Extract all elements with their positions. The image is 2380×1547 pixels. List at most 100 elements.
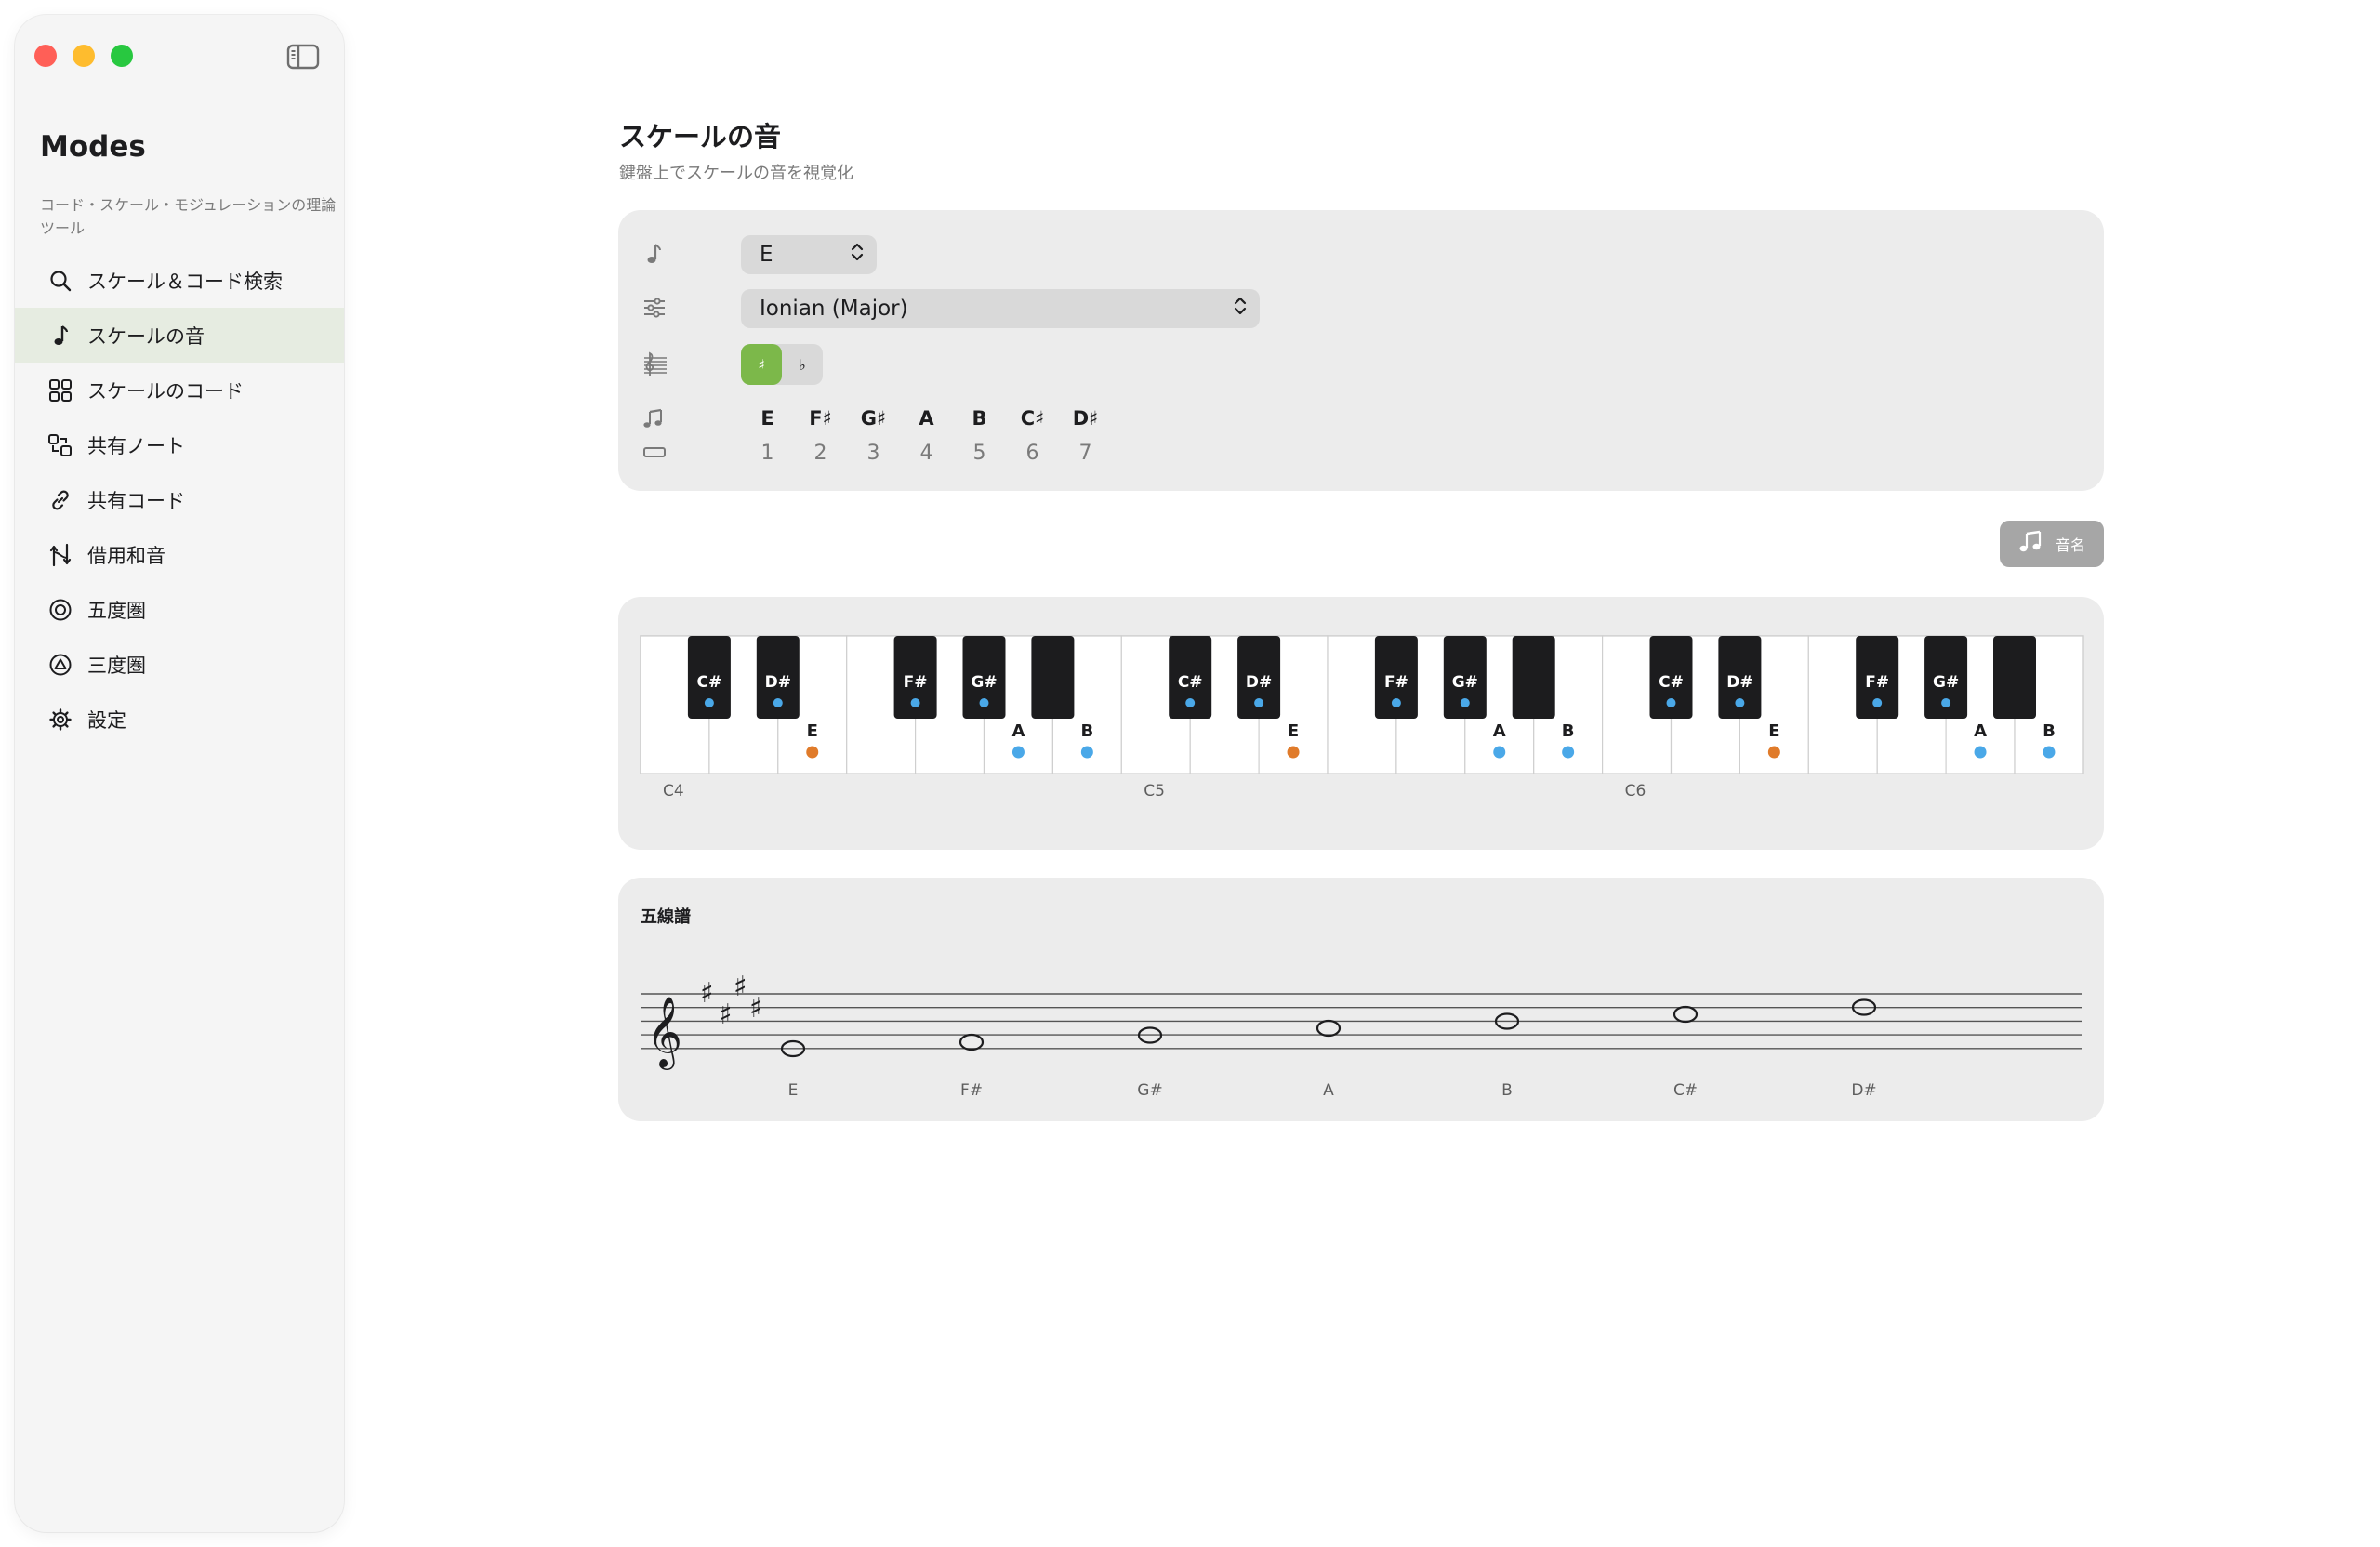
white-key-label: E	[1288, 721, 1299, 741]
scale-note-marker	[1185, 698, 1196, 707]
staff-note-label: A	[1323, 1081, 1334, 1100]
black-key-label: C#	[697, 673, 722, 692]
grid-icon	[46, 377, 74, 404]
sidebar-item-circle-of-fifths[interactable]: 五度圏	[15, 582, 344, 637]
sidebar-item-search[interactable]: スケール＆コード検索	[15, 253, 344, 308]
notes-icon	[642, 408, 667, 432]
black-key-label: G#	[971, 673, 997, 692]
accidental-toggle[interactable]: ♯ ♭	[741, 344, 823, 385]
circle-of-thirds-icon	[46, 651, 74, 679]
sidebar-item-settings[interactable]: 設定	[15, 692, 344, 747]
white-key-label: A	[1012, 721, 1025, 741]
sharp-option[interactable]: ♯	[741, 344, 782, 385]
scale-note: D♯	[1072, 407, 1099, 430]
piano-keyboard: E A B C4 E A B C5 E A B C6 C# D# F# G# C# D# F# G# C# D# F# G#	[640, 635, 2084, 800]
chevron-up-down-icon	[1234, 297, 1247, 321]
black-key-label: D#	[1726, 673, 1752, 692]
sidebar-item-shared-chords[interactable]: 共有コード	[15, 472, 344, 527]
whole-note	[959, 1033, 985, 1051]
black-key	[1512, 636, 1555, 719]
scale-note-marker	[1872, 698, 1883, 707]
sidebar-item-label: 設定	[87, 708, 126, 732]
sidebar-item-label: 共有コード	[87, 489, 185, 512]
scale-note-marker	[1493, 746, 1506, 759]
sidebar-item-scale-notes[interactable]: スケールの音	[15, 308, 344, 363]
search-icon	[46, 267, 74, 295]
black-key-label: D#	[1246, 673, 1272, 692]
scale-note-names: E F♯ G♯ A B C♯ D♯	[741, 407, 1112, 430]
scale-note-marker	[1562, 746, 1575, 759]
black-key-label: C#	[1178, 673, 1203, 692]
sidebar-item-label: 借用和音	[87, 544, 165, 567]
scale-note-marker	[1666, 698, 1676, 707]
black-key-label: D#	[765, 673, 791, 692]
scale-note: F♯	[809, 407, 832, 430]
scale-note-marker	[1941, 698, 1951, 707]
scale-note: E	[760, 407, 774, 430]
app-subtitle: コード・スケール・モジュレーションの理論ツール	[40, 196, 337, 237]
shared-notes-icon	[46, 431, 74, 459]
key-signature-sharp: ♯	[719, 998, 733, 1031]
black-key	[1031, 636, 1075, 719]
sidebar-item-circle-of-thirds[interactable]: 三度圏	[15, 637, 344, 692]
note-names-toggle-button[interactable]: 音名	[2000, 521, 2104, 567]
app-title: Modes	[40, 130, 146, 164]
treble-clef-icon: 𝄞	[646, 996, 682, 1070]
sidebar: Modes コード・スケール・モジュレーションの理論ツール スケール＆コード検索…	[15, 15, 344, 1532]
scale-degree: 6	[1025, 442, 1039, 465]
whole-note	[1673, 1005, 1699, 1024]
staff-note-label: G#	[1137, 1081, 1162, 1100]
scale-note-marker	[910, 698, 920, 707]
zoom-window-button[interactable]	[111, 45, 133, 67]
close-window-button[interactable]	[34, 45, 57, 67]
scale-note-marker	[773, 698, 783, 707]
gear-icon	[46, 706, 74, 734]
scale-note-marker	[1767, 746, 1780, 759]
sidebar-item-label: スケールのコード	[87, 379, 244, 403]
staff-note-label: C#	[1673, 1081, 1698, 1100]
black-key-label: C#	[1659, 673, 1684, 692]
circle-of-fifths-icon	[46, 596, 74, 624]
staff-note-label: F#	[960, 1081, 983, 1100]
sidebar-item-shared-notes[interactable]: 共有ノート	[15, 417, 344, 472]
staff-note-label: E	[788, 1081, 799, 1100]
key-signature-sharp: ♯	[734, 971, 747, 1003]
sidebar-item-label: 五度圏	[87, 599, 146, 622]
staff-note-label: B	[1501, 1081, 1513, 1100]
black-key-label: G#	[1452, 673, 1478, 692]
scale-note-marker	[1080, 746, 1093, 759]
ruler-icon	[642, 443, 667, 467]
root-key-select[interactable]: E	[741, 235, 877, 274]
sidebar-item-label: 三度圏	[87, 654, 146, 677]
scale-note-marker	[1974, 746, 1987, 759]
scale-note: A	[919, 407, 934, 430]
scale-degree: 1	[760, 442, 774, 465]
scale-note-marker	[2043, 746, 2056, 759]
sidebar-item-scale-chords[interactable]: スケールのコード	[15, 363, 344, 417]
music-note-icon	[642, 242, 667, 266]
scale-note-marker	[1391, 698, 1401, 707]
white-key-label: E	[807, 721, 818, 741]
window-controls	[34, 45, 133, 67]
scale-note-marker	[979, 698, 989, 707]
black-key-label: F#	[904, 673, 928, 692]
white-key-label: A	[1974, 721, 1987, 741]
sidebar-toggle-icon[interactable]	[286, 44, 320, 70]
sidebar-item-label: スケールの音	[87, 324, 205, 348]
sidebar-item-borrowed-chords[interactable]: 借用和音	[15, 527, 344, 582]
minimize-window-button[interactable]	[73, 45, 95, 67]
white-key-label: A	[1493, 721, 1506, 741]
scale-note: B	[972, 407, 987, 430]
mode-value: Ionian (Major)	[760, 297, 908, 321]
black-key-label: F#	[1384, 673, 1408, 692]
scale-note-marker	[1460, 698, 1470, 707]
scale-degree: 7	[1078, 442, 1092, 465]
staff-notation: 𝄞♯♯♯♯E F# G# A B C# D#	[641, 971, 2082, 1100]
mode-select[interactable]: Ionian (Major)	[741, 289, 1260, 328]
scale-settings-panel: E Ionian (Major) ♯ ♭ E F♯ G♯ A B C♯ D♯ 1…	[618, 210, 2104, 491]
notes-icon	[2018, 530, 2046, 558]
borrowed-chord-icon	[46, 541, 74, 569]
staff-clef-icon	[642, 350, 667, 376]
flat-option[interactable]: ♭	[782, 344, 823, 385]
black-key-label: F#	[1865, 673, 1889, 692]
